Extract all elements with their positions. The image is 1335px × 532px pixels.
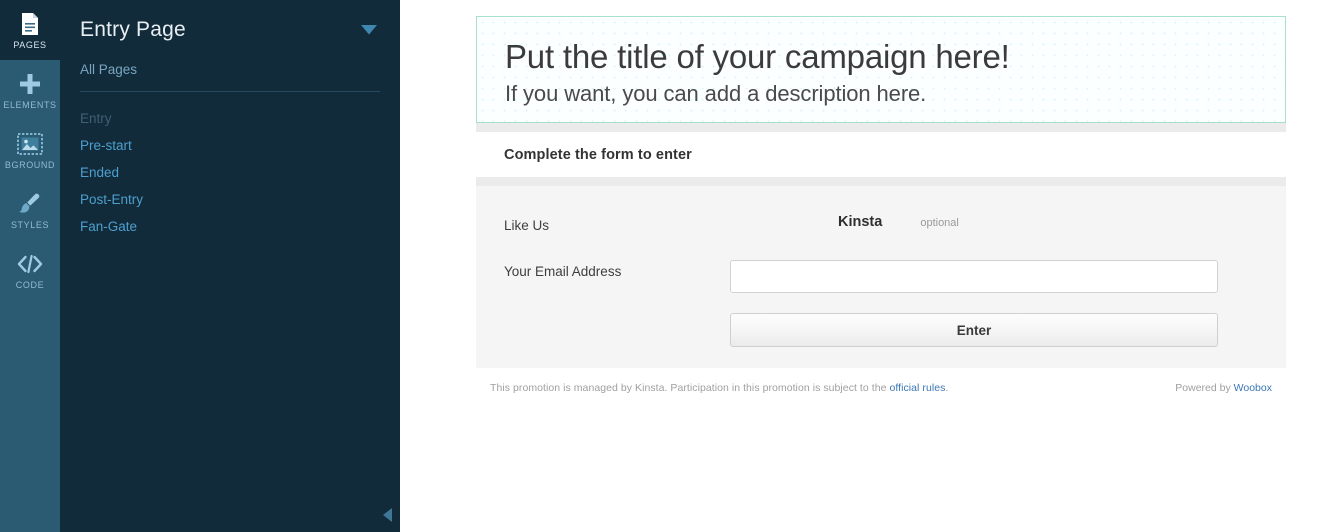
footer-text-before: This promotion is managed by Kinsta. Par… [490, 382, 890, 394]
rail-label-pages: PAGES [13, 39, 47, 50]
like-optional-tag: optional [920, 217, 959, 229]
brush-icon [17, 191, 43, 217]
entry-form-panel: Like Us Kinsta optional Your Email Addre… [476, 177, 1286, 368]
submit-row: Enter [504, 313, 1258, 347]
form-row-like: Like Us Kinsta optional [504, 214, 1258, 236]
rail-item-code[interactable]: CODE [0, 240, 60, 300]
like-inline: Kinsta optional [730, 214, 1258, 230]
canvas: Put the title of your campaign here! If … [400, 0, 1335, 532]
page-title: Entry Page [80, 18, 186, 41]
document-icon [17, 11, 43, 37]
footer-text-after: . [945, 382, 949, 394]
rail-item-elements[interactable]: ELEMENTS [0, 60, 60, 120]
like-us-control: Kinsta optional [730, 214, 1258, 230]
official-rules-link[interactable]: official rules [889, 382, 945, 394]
enter-button[interactable]: Enter [730, 313, 1218, 347]
chevron-left-icon[interactable] [380, 508, 394, 522]
form-heading: Complete the form to enter [504, 147, 692, 163]
footer-legal-text: This promotion is managed by Kinsta. Par… [490, 382, 948, 394]
panel-header: Entry Page [80, 0, 380, 52]
page-item-entry[interactable]: Entry [80, 105, 380, 132]
campaign-preview: Put the title of your campaign here! If … [476, 16, 1286, 394]
rail-item-styles[interactable]: STYLES [0, 180, 60, 240]
page-item-fan-gate[interactable]: Fan-Gate [80, 213, 380, 240]
page-item-post-entry[interactable]: Post-Entry [80, 186, 380, 213]
campaign-banner[interactable]: Put the title of your campaign here! If … [476, 16, 1286, 123]
rail-label-bground: BGROUND [4, 159, 56, 170]
all-pages-link[interactable]: All Pages [80, 62, 137, 77]
page-item-pre-start[interactable]: Pre-start [80, 132, 380, 159]
campaign-footer: This promotion is managed by Kinsta. Par… [476, 368, 1286, 394]
like-us-label: Like Us [504, 218, 550, 233]
email-label: Your Email Address [504, 264, 622, 279]
form-heading-wrap: Complete the form to enter [476, 132, 1286, 177]
rail-item-pages[interactable]: PAGES [0, 0, 60, 60]
banner-divider-band [476, 123, 1286, 132]
page-item-ended[interactable]: Ended [80, 159, 380, 186]
app-root: PAGES ELEMENTS BGROUND STYLES CODE Entry… [0, 0, 1335, 532]
pages-panel: Entry Page All Pages Entry Pre-start End… [60, 0, 400, 532]
powered-by: Powered by Woobox [1175, 382, 1272, 394]
email-control [730, 260, 1258, 293]
like-brand-name[interactable]: Kinsta [838, 214, 882, 230]
form-row-email: Your Email Address [504, 260, 1258, 293]
rail-label-elements: ELEMENTS [3, 99, 57, 110]
campaign-title: Put the title of your campaign here! [505, 38, 1010, 75]
all-pages-row: All Pages [80, 52, 380, 92]
campaign-description: If you want, you can add a description h… [505, 81, 927, 106]
page-list: Entry Pre-start Ended Post-Entry Fan-Gat… [80, 92, 380, 240]
chevron-down-icon[interactable] [358, 19, 380, 41]
icon-rail: PAGES ELEMENTS BGROUND STYLES CODE [0, 0, 60, 532]
rail-label-code: CODE [15, 279, 45, 290]
powered-by-prefix: Powered by [1175, 382, 1234, 394]
image-icon [17, 131, 43, 157]
plus-icon [17, 71, 43, 97]
email-field[interactable] [730, 260, 1218, 293]
code-icon [17, 251, 43, 277]
woobox-link[interactable]: Woobox [1234, 382, 1272, 394]
rail-label-styles: STYLES [10, 219, 50, 230]
rail-item-bground[interactable]: BGROUND [0, 120, 60, 180]
